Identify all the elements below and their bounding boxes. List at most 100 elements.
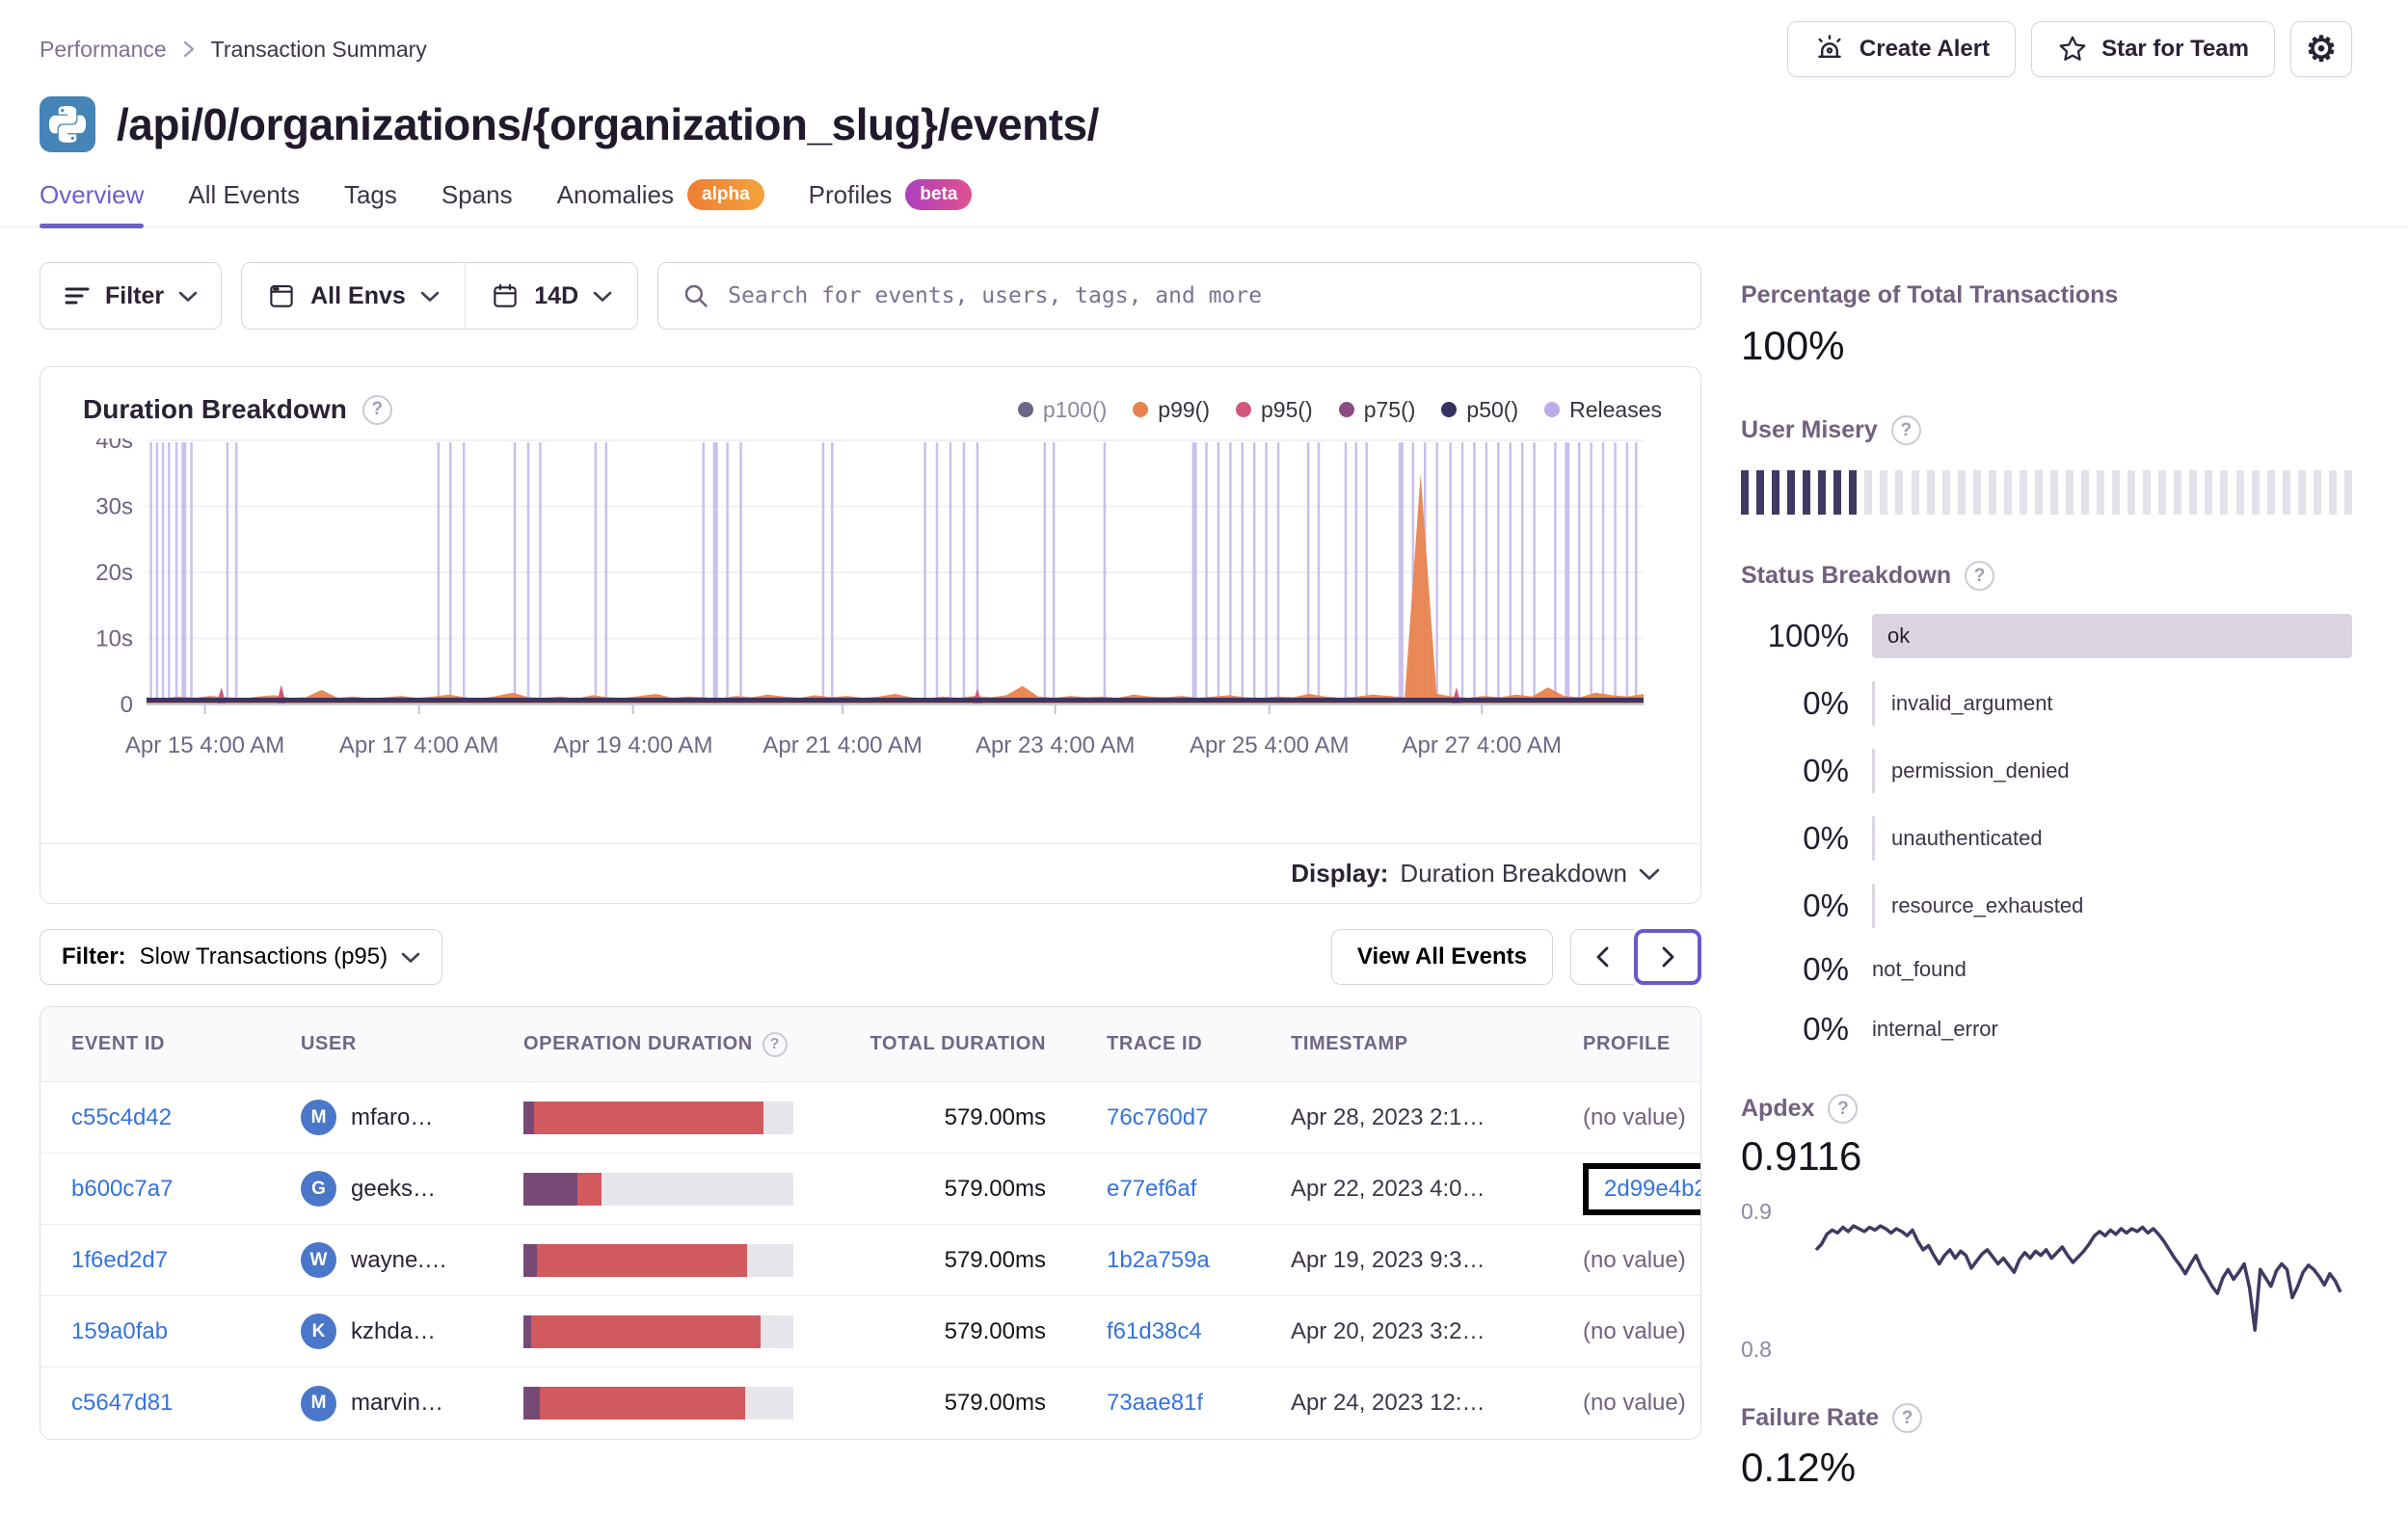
chevron-left-icon [1595, 945, 1610, 969]
avatar: M [301, 1385, 336, 1421]
table-header: EVENT ID USER OPERATION DURATION? TOTAL … [40, 1007, 1700, 1082]
window-icon [267, 281, 296, 310]
tab-tags[interactable]: Tags [344, 180, 397, 226]
svg-text:Apr 19 4:00 AM: Apr 19 4:00 AM [553, 732, 712, 758]
operation-duration-bar [523, 1387, 793, 1420]
event-id-link[interactable]: 1f6ed2d7 [71, 1247, 168, 1273]
create-alert-label: Create Alert [1859, 36, 1991, 62]
tab-spans[interactable]: Spans [441, 180, 513, 226]
environment-selector[interactable]: All Envs [242, 263, 465, 329]
transaction-summary-page: Performance Transaction Summary Create A… [0, 0, 2408, 1513]
display-selector[interactable]: Display: Duration Breakdown [40, 843, 1700, 903]
trace-id-link[interactable]: 73aae81f [1107, 1390, 1203, 1416]
trace-id-link[interactable]: f61d38c4 [1107, 1318, 1202, 1344]
next-page-button[interactable] [1634, 929, 1701, 985]
title-row: /api/0/organizations/{organization_slug}… [0, 96, 2408, 152]
avatar: K [301, 1314, 336, 1349]
tab-all-events[interactable]: All Events [188, 180, 300, 226]
status-row: 0% internal_error [1803, 1011, 1998, 1047]
legend-p100[interactable]: p100() [1017, 397, 1107, 423]
gear-icon: ⚙ [2305, 29, 2338, 68]
failure-rate-value: 0.12% [1741, 1445, 1857, 1490]
breadcrumb-chevron-icon [182, 39, 196, 60]
search-bar [657, 262, 1701, 330]
siren-icon [1813, 33, 1846, 66]
view-all-events-button[interactable]: View All Events [1330, 929, 1553, 985]
help-icon[interactable]: ? [762, 1031, 788, 1057]
total-transactions-label: Percentage of Total Transactions [1741, 281, 2119, 308]
create-alert-button[interactable]: Create Alert [1786, 21, 2017, 77]
trace-id-link[interactable]: e77ef6af [1107, 1176, 1196, 1202]
col-timestamp: TIMESTAMP [1291, 1033, 1408, 1054]
legend-p95[interactable]: p95() [1236, 397, 1313, 423]
duration-breakdown-panel: Duration Breakdown ? p100() p99() p95() … [40, 366, 1701, 904]
filter-dropdown[interactable]: Filter [40, 262, 223, 330]
trace-id-link[interactable]: 1b2a759a [1107, 1247, 1210, 1273]
event-id-link[interactable]: b600c7a7 [71, 1176, 173, 1202]
previous-page-button[interactable] [1570, 929, 1634, 985]
svg-text:Apr 27 4:00 AM: Apr 27 4:00 AM [1403, 732, 1562, 758]
tab-anomalies[interactable]: Anomalies alpha [557, 179, 764, 226]
col-user: USER [301, 1033, 357, 1054]
beta-badge: beta [905, 179, 973, 210]
pagination [1570, 929, 1701, 985]
transactions-filter-dropdown[interactable]: Filter: Slow Transactions (p95) [40, 929, 443, 985]
apdex-section: Apdex ? 0.9116 0.9 0.8 [1741, 1094, 2352, 1363]
legend-p75[interactable]: p75() [1338, 397, 1415, 423]
operation-duration-bar [523, 1172, 793, 1206]
help-icon[interactable]: ? [1892, 1403, 1923, 1433]
table-row: c55c4d42 Mmfaro… 579.00ms 76c760d7 Apr 2… [40, 1082, 1700, 1154]
apdex-label: Apdex [1741, 1095, 1815, 1122]
status-breakdown-section: Status Breakdown ? 100% ok 0% invalid_ar… [1741, 561, 2352, 1048]
help-icon[interactable]: ? [1828, 1094, 1859, 1124]
event-id-link[interactable]: c5647d81 [71, 1390, 173, 1416]
operation-duration-bar [523, 1314, 793, 1348]
filter-icon [64, 285, 91, 306]
chevron-down-icon [178, 290, 198, 303]
svg-text:Apr 23 4:00 AM: Apr 23 4:00 AM [976, 732, 1135, 758]
failure-rate-label: Failure Rate [1741, 1404, 1880, 1431]
top-bar: Performance Transaction Summary Create A… [0, 0, 2408, 77]
star-icon [2057, 34, 2088, 65]
star-for-team-button[interactable]: Star for Team [2031, 21, 2275, 77]
search-input[interactable] [728, 283, 1677, 308]
status-row: 0% not_found [1803, 951, 1967, 987]
legend-dot [1133, 402, 1149, 417]
profile-link[interactable]: 2d99e4b2 [1604, 1176, 1700, 1203]
tab-profiles[interactable]: Profiles beta [809, 179, 973, 226]
legend-p99[interactable]: p99() [1133, 397, 1210, 423]
user-misery-section: User Misery ? [1741, 415, 2352, 515]
table-row: b600c7a7 Ggeeks… 579.00ms e77ef6af Apr 2… [40, 1154, 1700, 1225]
help-icon[interactable]: ? [1965, 561, 1995, 591]
user-misery-bar [1741, 470, 2352, 515]
legend-dot [1017, 402, 1033, 417]
settings-button[interactable]: ⚙ [2290, 21, 2352, 77]
svg-text:Apr 17 4:00 AM: Apr 17 4:00 AM [339, 732, 498, 758]
tab-bar: Overview All Events Tags Spans Anomalies… [0, 179, 2408, 228]
col-profile: PROFILE [1583, 1033, 1671, 1054]
status-row: 0% unauthenticated [1741, 816, 2352, 861]
trace-id-link[interactable]: 76c760d7 [1107, 1104, 1208, 1130]
date-range-selector[interactable]: 14D [466, 263, 637, 329]
legend-releases[interactable]: Releases [1544, 397, 1662, 423]
page-title: /api/0/organizations/{organization_slug}… [117, 99, 1099, 149]
search-icon [682, 281, 710, 310]
legend-p50[interactable]: p50() [1441, 397, 1518, 423]
status-row: 0% resource_exhausted [1741, 884, 2352, 928]
help-icon[interactable]: ? [361, 394, 392, 425]
apdex-value: 0.9116 [1741, 1133, 1862, 1179]
tab-overview[interactable]: Overview [40, 180, 145, 228]
col-trace-id: TRACE ID [1107, 1033, 1203, 1054]
breadcrumb-performance[interactable]: Performance [40, 37, 167, 63]
chart-legend: p100() p99() p95() p75() p50() Releases [1017, 397, 1662, 423]
total-transactions-section: Percentage of Total Transactions 100% [1741, 281, 2352, 369]
breadcrumb: Performance Transaction Summary [40, 37, 427, 63]
operation-duration-bar [523, 1101, 793, 1134]
event-id-link[interactable]: 159a0fab [71, 1318, 168, 1344]
help-icon[interactable]: ? [1890, 415, 1921, 445]
breadcrumb-current: Transaction Summary [210, 36, 427, 62]
legend-dot [1236, 402, 1251, 417]
event-id-link[interactable]: c55c4d42 [71, 1104, 172, 1130]
table-row: 1f6ed2d7 Wwayne.… 579.00ms 1b2a759a Apr … [40, 1225, 1700, 1296]
main-column: Filter All Envs 14D Search for events, u… [40, 262, 1701, 1491]
